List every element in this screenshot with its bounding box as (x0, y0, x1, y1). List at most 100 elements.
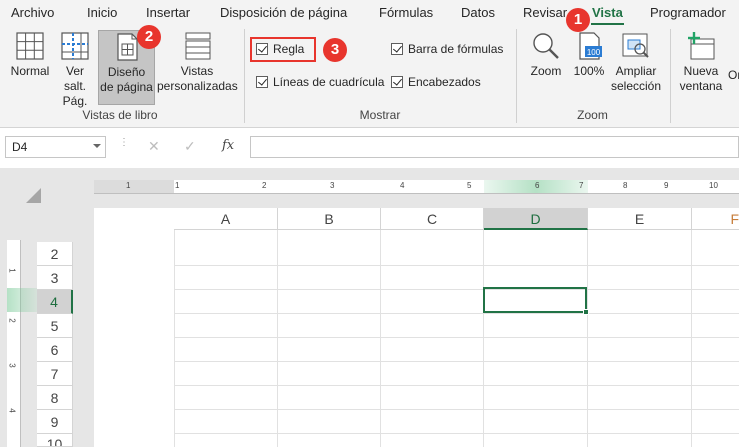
column-header-f-partial[interactable]: F (692, 208, 739, 230)
grid-line (174, 385, 739, 386)
grid-line (174, 337, 739, 338)
gridlines-checkbox-box[interactable] (256, 76, 268, 88)
magnifier-icon (533, 33, 559, 59)
row-selection-highlight (7, 288, 37, 312)
formula-buttons: ✕ ✓ fx (134, 136, 246, 158)
worksheet-area: 1 1 2 3 4 5 6 7 8 9 10 1234 A B C D E F 2 3 4 5 6 … (0, 168, 739, 447)
ruler-tick-label: 1 (175, 181, 180, 190)
new-window-label-line1: Nueva (683, 64, 719, 78)
new-window-label-line2: ventana (679, 79, 723, 93)
cancel-icon[interactable]: ✕ (148, 138, 160, 155)
zoom-to-selection-button[interactable]: Ampliar selección (608, 31, 664, 94)
step-badge-1: 1 (566, 8, 590, 32)
drag-handle-icon[interactable]: ⋮ (119, 138, 130, 148)
tab-formulas[interactable]: Fórmulas (379, 5, 433, 20)
print-page (94, 208, 739, 447)
headings-checkbox-box[interactable] (391, 76, 403, 88)
enter-icon[interactable]: ✓ (184, 138, 196, 155)
group-separator (516, 29, 517, 123)
normal-view-label: Normal (10, 64, 50, 78)
ruler-tick-label: 7 (579, 181, 584, 190)
ribbon: Normal Ver salt. Pág. Diseño de página V… (0, 25, 739, 128)
new-window-icon (688, 32, 715, 60)
headings-checkbox-label: Encabezados (408, 75, 481, 89)
page-break-preview-button[interactable]: Ver salt. Pág. (54, 31, 96, 109)
headings-checkbox[interactable]: Encabezados (391, 75, 481, 89)
gridlines-checkbox[interactable]: Líneas de cuadrícula (256, 75, 384, 89)
row-header-5[interactable]: 5 (37, 314, 73, 338)
column-header-a[interactable]: A (174, 208, 278, 230)
formula-bar-checkbox-label: Barra de fórmulas (408, 42, 504, 56)
tab-vista[interactable]: Vista (592, 5, 623, 20)
ruler-tick-label: 4 (7, 408, 17, 413)
zoom-100-icon: 100 (579, 32, 602, 60)
zoom-100-button[interactable]: 100 100% (570, 31, 608, 79)
formula-bar: D4 ⋮ ✕ ✓ fx (0, 128, 739, 168)
tab-insertar[interactable]: Insertar (146, 5, 190, 20)
tab-archivo[interactable]: Archivo (11, 5, 54, 20)
row-header-6[interactable]: 6 (37, 338, 73, 362)
row-header-10[interactable]: 10 (37, 434, 73, 447)
row-header-9[interactable]: 9 (37, 410, 73, 434)
page-layout-label-line2: de página (100, 80, 153, 94)
row-header-4[interactable]: 4 (37, 290, 73, 314)
row-header-8[interactable]: 8 (37, 386, 73, 410)
grid-line (174, 433, 739, 434)
new-window-button[interactable]: Nueva ventana (676, 31, 726, 94)
row-header-3[interactable]: 3 (37, 266, 73, 290)
row-header-7[interactable]: 7 (37, 362, 73, 386)
ruler-tick-label: 2 (262, 181, 267, 190)
gridlines-checkbox-label: Líneas de cuadrícula (273, 75, 385, 89)
group-separator (670, 29, 671, 123)
highlight-box-regla (250, 37, 316, 62)
custom-views-button[interactable]: Vistas personalizadas (157, 31, 238, 94)
grid-line (174, 265, 739, 266)
ruler-tick-label: 8 (623, 181, 628, 190)
zoom-selection-icon (622, 33, 649, 58)
tab-inicio[interactable]: Inicio (87, 5, 117, 20)
formula-input[interactable] (250, 136, 739, 158)
step-badge-3: 3 (323, 38, 347, 62)
column-header-d[interactable]: D (484, 208, 588, 230)
horizontal-ruler (94, 180, 739, 194)
normal-view-icon (16, 32, 44, 60)
partial-ribbon-button-label[interactable]: Or (728, 68, 739, 82)
ruler-tick-label: 2 (7, 318, 17, 323)
tab-revisar[interactable]: Revisar (523, 5, 567, 20)
ruler-margin-left (94, 180, 174, 193)
custom-views-icon (185, 32, 211, 60)
grid-line (380, 230, 381, 447)
grid-line (174, 230, 175, 447)
column-header-b[interactable]: B (278, 208, 381, 230)
ruler-tick-label: 6 (535, 181, 540, 190)
custom-views-label-line2: personalizadas (157, 79, 238, 93)
formula-bar-checkbox[interactable]: Barra de fórmulas (391, 42, 503, 56)
group-label-vistas-libro: Vistas de libro (82, 108, 158, 122)
name-box[interactable]: D4 (5, 136, 106, 158)
grid-line (277, 230, 278, 447)
tab-disposicion-pagina[interactable]: Disposición de página (220, 5, 347, 20)
formula-bar-checkbox-box[interactable] (391, 43, 403, 55)
grid-line (174, 289, 739, 290)
column-header-e[interactable]: E (588, 208, 692, 230)
selected-cell-d4[interactable] (483, 287, 589, 315)
row-header-2[interactable]: 2 (37, 242, 73, 266)
tab-programador[interactable]: Programador (650, 5, 726, 20)
group-label-zoom: Zoom (577, 108, 608, 122)
normal-view-button[interactable]: Normal (7, 31, 53, 79)
ruler-tick-label: 1 (126, 181, 131, 190)
grid-line (174, 409, 739, 410)
grid-line (691, 230, 692, 447)
ruler-tick-label: 3 (7, 363, 17, 368)
zoom-selection-label-line1: Ampliar (615, 64, 657, 78)
zoom-button[interactable]: Zoom (525, 31, 567, 79)
page-break-label-line1: Ver salt. (63, 64, 86, 93)
select-all-corner[interactable] (26, 188, 41, 203)
insert-function-icon[interactable]: fx (222, 138, 234, 153)
tab-datos[interactable]: Datos (461, 5, 495, 20)
fill-handle[interactable] (583, 309, 589, 315)
ribbon-tab-bar: Archivo Inicio Insertar Disposición de p… (0, 0, 739, 25)
chevron-down-icon[interactable] (93, 144, 101, 148)
zoom-label: Zoom (530, 64, 562, 78)
column-header-c[interactable]: C (381, 208, 484, 230)
